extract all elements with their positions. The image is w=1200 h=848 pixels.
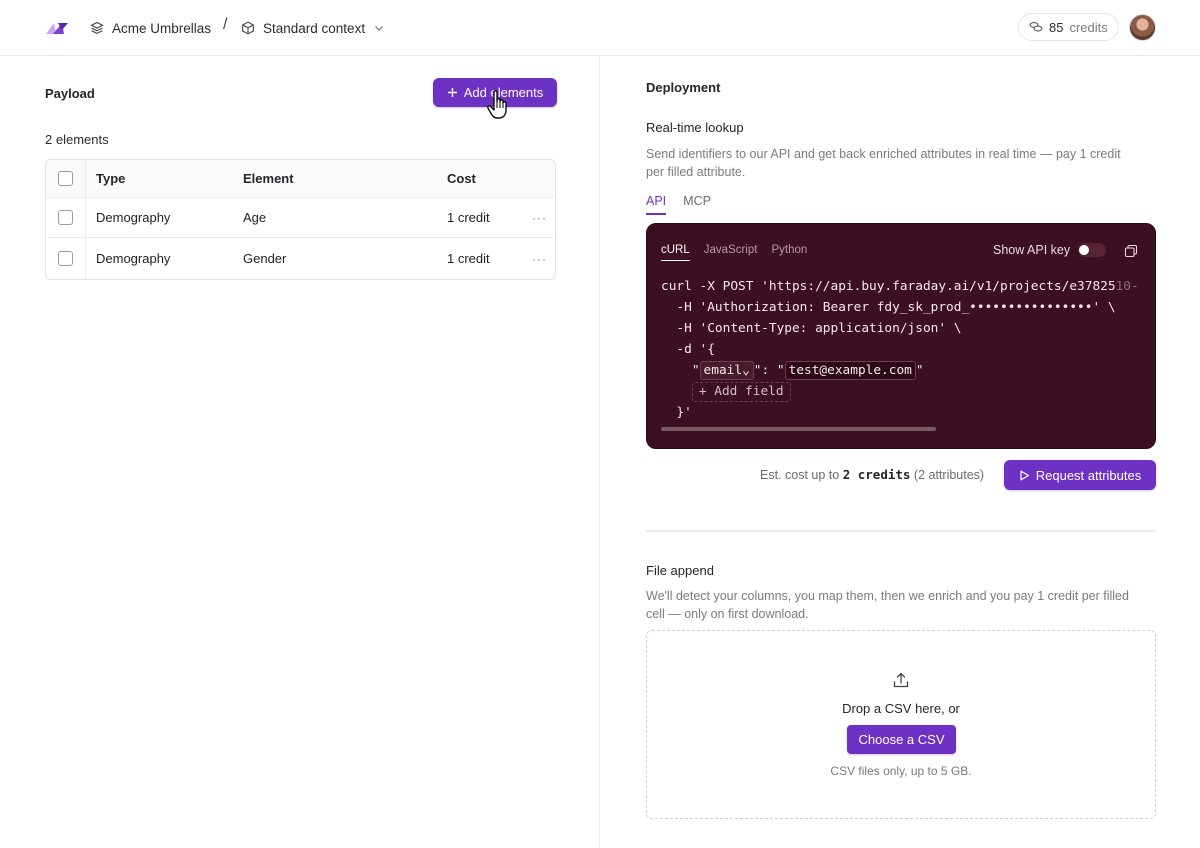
deployment-title: Deployment <box>646 80 721 95</box>
table-row[interactable]: Demography Gender 1 credit ··· <box>46 238 555 279</box>
field-value-input[interactable]: test@example.com <box>784 361 916 380</box>
code-line-1-overflow: 10- <box>1115 279 1139 294</box>
credits-badge[interactable]: 85 credits <box>1018 13 1119 41</box>
payload-title: Payload <box>45 86 95 101</box>
choose-csv-button[interactable]: Choose a CSV <box>847 725 956 754</box>
upload-icon <box>893 672 909 688</box>
row-cost: 1 credit <box>447 210 490 225</box>
row-type: Demography <box>96 210 171 225</box>
row-element: Gender <box>243 251 287 266</box>
play-icon <box>1020 470 1029 480</box>
more-options-icon[interactable]: ··· <box>532 252 547 266</box>
more-options-icon[interactable]: ··· <box>532 211 547 225</box>
code-block: curl -X POST 'https://api.buy.faraday.ai… <box>661 276 1139 423</box>
add-field-button[interactable]: + Add field <box>691 382 791 402</box>
column-header-cost: Cost <box>447 171 476 186</box>
coins-icon <box>1029 22 1043 32</box>
payload-table: Type Element Cost Demography Age 1 credi… <box>45 159 556 280</box>
payload-panel: Payload Add elements 2 elements Type Ele… <box>0 56 600 848</box>
tab-api[interactable]: API <box>646 194 667 215</box>
code-horizontal-scrollbar[interactable] <box>661 427 936 431</box>
file-append-description: We'll detect your columns, you map them,… <box>646 589 1129 621</box>
chevron-down-icon <box>375 26 384 31</box>
select-all-checkbox[interactable] <box>58 171 73 186</box>
tab-curl[interactable]: cURL <box>661 244 690 261</box>
cube-icon <box>242 21 254 35</box>
code-line-1: curl -X POST 'https://api.buy.faraday.ai… <box>661 279 1116 294</box>
row-type: Demography <box>96 251 171 266</box>
column-header-type: Type <box>96 171 126 186</box>
show-api-key-control[interactable]: Show API key <box>993 243 1107 257</box>
add-elements-button[interactable]: Add elements <box>433 78 557 107</box>
section-divider <box>646 530 1156 532</box>
code-line-2: -H 'Authorization: Bearer fdy_sk_prod_••… <box>661 300 1116 315</box>
breadcrumb-brand[interactable]: Acme Umbrellas <box>90 17 211 39</box>
csv-dropzone[interactable]: Drop a CSV here, or Choose a CSV CSV fil… <box>646 630 1156 819</box>
code-line-4: -d '{ <box>661 342 715 357</box>
show-api-key-label: Show API key <box>993 243 1071 257</box>
table-row[interactable]: Demography Age 1 credit ··· <box>46 198 555 238</box>
code-snippet-card: cURL JavaScript Python Show API key curl… <box>646 223 1156 449</box>
estimated-cost: Est. cost up to 2 credits (2 attributes) <box>760 467 985 482</box>
realtime-tabs: API MCP <box>646 194 711 215</box>
row-checkbox[interactable] <box>58 210 73 225</box>
plus-icon <box>447 88 457 97</box>
file-size-hint: CSV files only, up to 5 GB. <box>830 764 972 778</box>
avatar[interactable] <box>1129 14 1156 41</box>
breadcrumb-separator: / <box>223 16 228 33</box>
brand-name: Acme Umbrellas <box>112 20 212 36</box>
row-element: Age <box>243 210 267 225</box>
add-elements-label: Add elements <box>463 85 544 100</box>
realtime-title: Real-time lookup <box>646 120 744 135</box>
column-header-element: Element <box>243 171 294 186</box>
tab-python[interactable]: Python <box>771 244 807 261</box>
logo-icon[interactable] <box>44 20 68 36</box>
tab-javascript[interactable]: JavaScript <box>704 244 758 261</box>
row-cost: 1 credit <box>447 251 490 266</box>
copy-icon[interactable] <box>1124 244 1138 258</box>
row-checkbox[interactable] <box>58 251 73 266</box>
show-api-key-toggle[interactable] <box>1078 243 1107 257</box>
credits-unit: credits <box>1069 19 1108 35</box>
layers-icon <box>90 21 104 35</box>
elements-count: 2 elements <box>45 132 109 147</box>
context-name: Standard context <box>263 20 366 36</box>
code-line-3: -H 'Content-Type: application/json' \ <box>661 321 962 336</box>
top-bar: Acme Umbrellas / Standard context 85 cre… <box>0 0 1200 56</box>
code-language-tabs: cURL JavaScript Python <box>661 244 807 261</box>
credits-value: 85 <box>1049 19 1064 35</box>
field-key-select[interactable]: email⌄ <box>699 361 754 380</box>
context-selector[interactable]: Standard context <box>241 17 385 39</box>
request-attributes-button[interactable]: Request attributes <box>1004 460 1156 490</box>
table-header: Type Element Cost <box>46 160 555 198</box>
file-append-title: File append <box>646 563 714 578</box>
code-line-close: }' <box>661 405 692 420</box>
realtime-description: Send identifiers to our API and get back… <box>646 147 1121 179</box>
deployment-panel: Deployment Real-time lookup Send identif… <box>601 56 1200 848</box>
estimated-cost-value: 2 credits <box>842 467 911 482</box>
request-attributes-label: Request attributes <box>1035 467 1142 483</box>
tab-mcp[interactable]: MCP <box>683 194 711 215</box>
drop-text: Drop a CSV here, or <box>842 701 960 716</box>
